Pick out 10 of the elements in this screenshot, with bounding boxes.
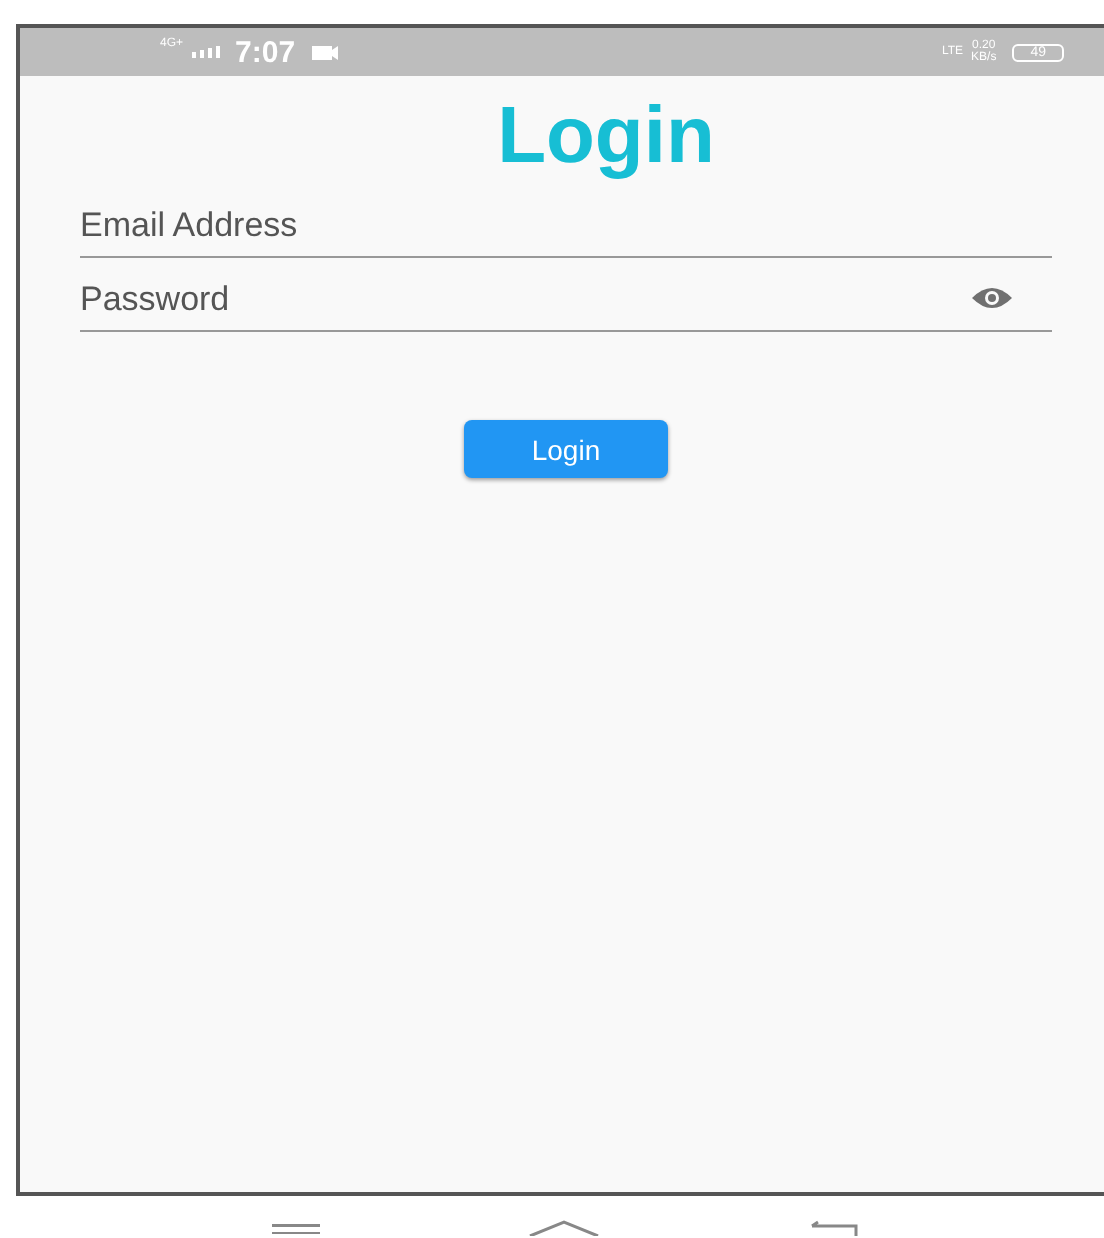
- eye-icon[interactable]: [972, 286, 1012, 310]
- login-button[interactable]: Login: [464, 420, 668, 478]
- back-icon[interactable]: [808, 1218, 860, 1236]
- signal-icon: [191, 46, 220, 58]
- home-icon[interactable]: [528, 1218, 600, 1236]
- page-title: Login: [495, 90, 717, 184]
- input-field[interactable]: Email Address: [80, 186, 1052, 258]
- clock-time: 7:07: [235, 35, 296, 69]
- video-icon: [311, 45, 338, 59]
- menu-icon[interactable]: [272, 1218, 320, 1234]
